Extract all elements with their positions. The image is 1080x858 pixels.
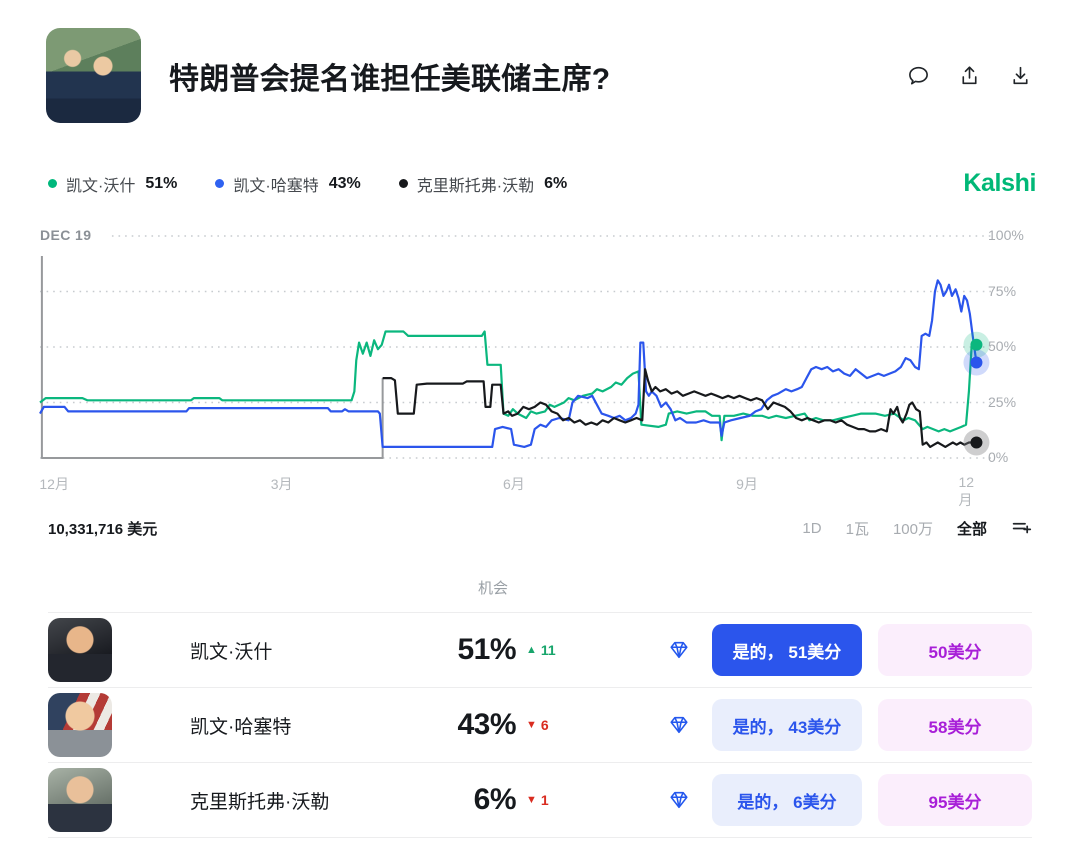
- change-value: 11: [541, 642, 556, 658]
- table-row: 克里斯托弗·沃勒 6% ▼ 1 是的， 6美分 95美分: [48, 763, 1032, 838]
- chance-percent: 6%: [408, 783, 516, 817]
- chance-change: ▲ 11: [526, 642, 600, 658]
- legend-item-warsh[interactable]: 凯文·沃什 51%: [48, 172, 177, 196]
- change-value: 6: [541, 717, 549, 733]
- outcome-avatar: [48, 768, 112, 832]
- market-title: 特朗普会提名谁担任美联储主席?: [169, 54, 907, 98]
- range-1d[interactable]: 1D: [802, 520, 821, 537]
- volume-label: 10,331,716 美元: [48, 518, 157, 539]
- market-page: 特朗普会提名谁担任美联储主席? 凯文·沃什: [0, 0, 1080, 858]
- gem-icon[interactable]: [666, 714, 692, 736]
- yes-button[interactable]: 是的， 6美分: [712, 774, 862, 826]
- legend-dot-green: [48, 179, 57, 188]
- range-1m[interactable]: 100万: [893, 518, 933, 539]
- range-all[interactable]: 全部: [957, 518, 987, 539]
- market-avatar: [46, 28, 141, 123]
- outcome-avatar: [48, 693, 112, 757]
- legend-label: 凯文·沃什: [66, 172, 135, 196]
- outcomes-table: 机会 凯文·沃什 51% ▲ 11 是的， 51美分 50美分 凯文·哈塞: [48, 565, 1032, 838]
- outcome-name: 凯文·哈塞特: [190, 712, 408, 739]
- market-header: 特朗普会提名谁担任美联储主席?: [0, 0, 1080, 123]
- range-selector: 1D 1瓦 100万 全部: [802, 518, 1032, 539]
- chance-change: ▼ 6: [526, 717, 600, 733]
- change-value: 1: [541, 792, 549, 808]
- no-button[interactable]: 50美分: [878, 624, 1032, 676]
- change-arrow-icon: ▲: [526, 644, 537, 656]
- download-icon[interactable]: [1009, 64, 1032, 87]
- legend-label: 凯文·哈塞特: [233, 172, 318, 196]
- outcome-avatar: [48, 618, 112, 682]
- chart-canvas: [40, 236, 984, 458]
- stats-bar: 10,331,716 美元 1D 1瓦 100万 全部: [48, 518, 1032, 539]
- header-actions: [907, 64, 1032, 87]
- legend-item-waller[interactable]: 克里斯托弗·沃勒 6%: [399, 172, 567, 196]
- chance-change: ▼ 1: [526, 792, 600, 808]
- chance-cell: 43% ▼ 6: [408, 708, 600, 742]
- chance-cell: 51% ▲ 11: [408, 633, 600, 667]
- yes-button[interactable]: 是的， 51美分: [712, 624, 862, 676]
- legend-dot-blue: [215, 179, 224, 188]
- share-icon[interactable]: [958, 64, 981, 87]
- price-chart[interactable]: DEC 19 100%75%50%25%0% 12月3月6月9月12月: [40, 236, 1044, 494]
- chance-percent: 43%: [408, 708, 516, 742]
- chance-column-header: 机会: [478, 580, 508, 597]
- legend-value: 51%: [145, 175, 177, 193]
- change-arrow-icon: ▼: [526, 794, 537, 806]
- table-row: 凯文·沃什 51% ▲ 11 是的， 51美分 50美分: [48, 613, 1032, 688]
- no-button[interactable]: 58美分: [878, 699, 1032, 751]
- table-header: 机会: [48, 565, 1032, 613]
- legend-dot-black: [399, 179, 408, 188]
- kalshi-logo: Kalshi: [963, 169, 1036, 198]
- no-button[interactable]: 95美分: [878, 774, 1032, 826]
- legend-item-hassett[interactable]: 凯文·哈塞特 43%: [215, 172, 360, 196]
- legend-value: 43%: [329, 175, 361, 193]
- x-axis-labels: 12月3月6月9月12月: [40, 474, 984, 494]
- event-date-label: DEC 19: [40, 227, 100, 243]
- comment-icon[interactable]: [907, 64, 930, 87]
- range-1w[interactable]: 1瓦: [846, 518, 869, 539]
- legend-row: 凯文·沃什 51% 凯文·哈塞特 43% 克里斯托弗·沃勒 6% Kalshi: [0, 169, 1080, 198]
- legend-label: 克里斯托弗·沃勒: [417, 172, 534, 196]
- outcome-name: 凯文·沃什: [190, 637, 408, 664]
- table-row: 凯文·哈塞特 43% ▼ 6 是的， 43美分 58美分: [48, 688, 1032, 763]
- chart-legend: 凯文·沃什 51% 凯文·哈塞特 43% 克里斯托弗·沃勒 6%: [48, 172, 963, 196]
- chart-plot[interactable]: DEC 19 100%75%50%25%0%: [40, 236, 984, 458]
- change-arrow-icon: ▼: [526, 719, 537, 731]
- gem-icon[interactable]: [666, 789, 692, 811]
- outcome-name: 克里斯托弗·沃勒: [190, 787, 408, 814]
- gem-icon[interactable]: [666, 639, 692, 661]
- legend-value: 6%: [544, 175, 567, 193]
- yes-button[interactable]: 是的， 43美分: [712, 699, 862, 751]
- list-plus-icon[interactable]: [1011, 518, 1032, 539]
- chance-percent: 51%: [408, 633, 516, 667]
- chance-cell: 6% ▼ 1: [408, 783, 600, 817]
